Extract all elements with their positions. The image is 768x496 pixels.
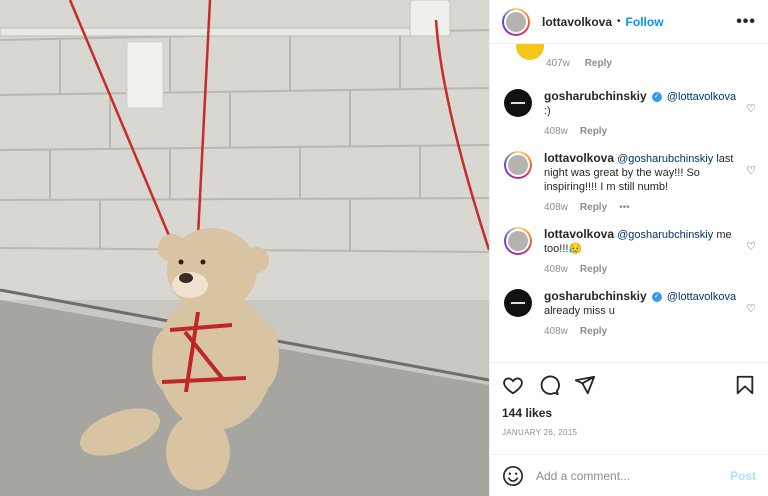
post-date[interactable]: JANUARY 26, 2015 — [490, 424, 768, 454]
author-avatar[interactable] — [502, 7, 530, 36]
comment-username[interactable]: gosharubchinskiy — [544, 289, 647, 303]
comment-text: :) — [544, 105, 551, 117]
bookmark-icon[interactable] — [734, 374, 756, 396]
comment-like-icon[interactable]: ♡ — [746, 102, 756, 115]
post-actions-bar — [490, 362, 768, 406]
comment-username[interactable]: lottavolkova — [544, 151, 614, 165]
more-options-icon[interactable]: ••• — [736, 13, 756, 31]
verified-badge-icon: ✓ — [651, 92, 662, 103]
comment-options-icon[interactable]: ••• — [619, 202, 630, 213]
comment-age: 408w — [544, 264, 568, 275]
heart-icon[interactable] — [502, 374, 524, 396]
comment-like-icon[interactable]: ♡ — [746, 240, 756, 253]
commenter-avatar[interactable] — [504, 227, 532, 255]
comment-partial: 407w Reply — [502, 44, 756, 82]
instagram-post-modal: lottavolkova • Follow ••• 407w Reply gos… — [0, 0, 768, 496]
follow-button[interactable]: Follow — [626, 15, 664, 29]
add-comment-bar: Post — [490, 454, 768, 496]
comments-list[interactable]: 407w Reply gosharubchinskiy ✓ @lottavolk… — [490, 44, 768, 362]
separator-dot: • — [617, 16, 621, 27]
commenter-avatar[interactable] — [504, 89, 532, 117]
comment-mention[interactable]: @lottavolkova — [667, 291, 736, 303]
likes-count[interactable]: 144 likes — [490, 406, 768, 424]
post-side-panel: lottavolkova • Follow ••• 407w Reply gos… — [489, 0, 768, 496]
teddy-bear-photo — [0, 0, 489, 496]
comment-like-icon[interactable]: ♡ — [746, 164, 756, 177]
post-comment-button[interactable]: Post — [730, 469, 756, 483]
verified-badge-icon: ✓ — [651, 292, 662, 303]
comment-username[interactable]: gosharubchinskiy — [544, 89, 647, 103]
reply-button[interactable]: Reply — [585, 58, 612, 69]
reply-button[interactable]: Reply — [580, 126, 607, 137]
comment-item: lottavolkova @gosharubchinskiy me too!!!… — [502, 220, 756, 282]
comment-input[interactable] — [536, 468, 730, 483]
comment-like-icon[interactable]: ♡ — [746, 302, 756, 315]
comment-mention[interactable]: @gosharubchinskiy — [617, 229, 713, 241]
commenter-avatar[interactable] — [504, 289, 532, 317]
post-header: lottavolkova • Follow ••• — [490, 0, 768, 44]
reply-button[interactable]: Reply — [580, 264, 607, 275]
comment-age: 408w — [544, 202, 568, 213]
reply-button[interactable]: Reply — [580, 326, 607, 337]
comment-item: lottavolkova @gosharubchinskiy last nigh… — [502, 144, 756, 220]
commenter-avatar[interactable] — [504, 151, 532, 179]
comment-text: already miss u — [544, 305, 615, 317]
comment-item: gosharubchinskiy ✓ @lottavolkova:) 408w R… — [502, 82, 756, 144]
author-username[interactable]: lottavolkova — [542, 15, 612, 29]
emoji-icon[interactable] — [502, 465, 524, 487]
comment-age: 408w — [544, 126, 568, 137]
post-photo[interactable] — [0, 0, 489, 496]
comment-username[interactable]: lottavolkova — [544, 227, 614, 241]
comment-mention[interactable]: @gosharubchinskiy — [617, 153, 713, 165]
comment-item: gosharubchinskiy ✓ @lottavolkova already … — [502, 282, 756, 344]
comment-icon[interactable] — [538, 374, 560, 396]
reply-button[interactable]: Reply — [580, 202, 607, 213]
commenter-avatar[interactable] — [516, 44, 544, 60]
share-icon[interactable] — [574, 374, 596, 396]
comment-age: 408w — [544, 326, 568, 337]
comment-mention[interactable]: @lottavolkova — [667, 91, 736, 103]
comment-meta: 407w Reply — [546, 58, 612, 69]
